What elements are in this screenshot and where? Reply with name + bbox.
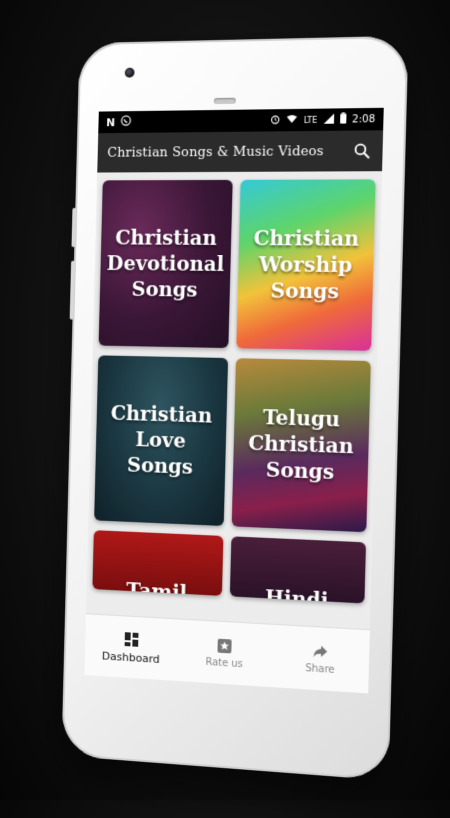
category-label: Christian Love Songs — [110, 400, 213, 479]
wifi-icon — [286, 113, 298, 126]
battery-icon — [339, 112, 347, 126]
category-card-hindi[interactable]: Hindi — [229, 536, 367, 604]
speaker-grille — [213, 97, 236, 105]
category-card-telugu[interactable]: Telugu Christian Songs — [231, 358, 371, 533]
nav-dashboard[interactable]: Dashboard — [84, 614, 178, 681]
category-grid: Christian Devotional Songs Christian Wor… — [86, 171, 382, 630]
alarm-icon — [270, 114, 280, 127]
clock: 2:08 — [351, 113, 376, 126]
category-label: Christian Worship Songs — [253, 226, 360, 304]
status-left: N — [106, 115, 132, 129]
front-camera — [124, 67, 135, 78]
share-icon — [313, 644, 328, 658]
category-label: Christian Devotional Songs — [106, 225, 225, 302]
category-card-worship[interactable]: Christian Worship Songs — [236, 179, 376, 351]
status-bar: N LTE 2:08 — [98, 107, 384, 134]
app-title: Christian Songs & Music Videos — [107, 143, 324, 161]
nav-rate-us[interactable]: Rate us — [177, 619, 273, 687]
category-card-devotional[interactable]: Christian Devotional Songs — [98, 179, 233, 349]
n-notification-icon: N — [106, 115, 116, 129]
category-card-tamil[interactable]: Tamil — [92, 530, 224, 596]
category-label: Hindi — [264, 585, 329, 604]
nav-share[interactable]: Share — [271, 625, 370, 694]
nav-label: Share — [305, 662, 335, 676]
search-button[interactable] — [351, 141, 372, 162]
category-label: Tamil — [126, 578, 188, 596]
nav-label: Dashboard — [101, 649, 160, 666]
app-screen: N LTE 2:08 Christian Songs & Music Video… — [84, 107, 384, 694]
search-icon — [354, 143, 371, 159]
category-card-love[interactable]: Christian Love Songs — [94, 355, 229, 526]
whatsapp-icon — [121, 115, 132, 129]
volume-button — [71, 207, 77, 248]
category-label: Telugu Christian Songs — [247, 405, 355, 485]
nav-label: Rate us — [205, 656, 243, 670]
signal-icon — [323, 113, 334, 126]
phone-body: N LTE 2:08 Christian Songs & Music Video… — [61, 35, 409, 781]
device-mockup: N LTE 2:08 Christian Songs & Music Video… — [0, 0, 450, 818]
star-icon — [217, 638, 232, 653]
status-right: LTE 2:08 — [270, 112, 375, 127]
network-type: LTE — [303, 115, 318, 125]
dashboard-icon — [124, 631, 139, 647]
power-button — [69, 260, 75, 320]
app-bar: Christian Songs & Music Videos — [97, 130, 384, 173]
